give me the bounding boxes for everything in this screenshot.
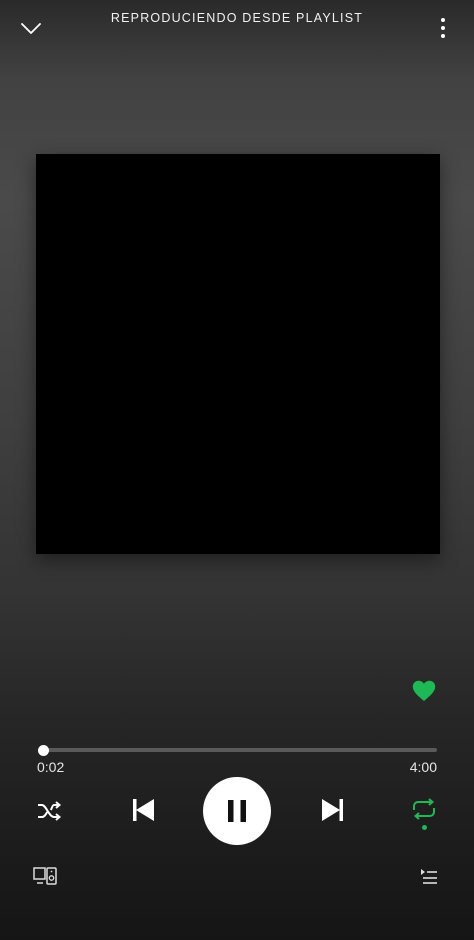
queue-button[interactable] [418, 866, 440, 888]
more-vertical-icon [441, 18, 445, 38]
next-button[interactable] [316, 793, 350, 827]
devices-icon [33, 867, 57, 885]
previous-button[interactable] [126, 793, 160, 827]
pause-icon [228, 800, 246, 822]
devices-button[interactable] [32, 864, 58, 888]
chevron-down-icon [21, 23, 41, 34]
total-time: 4:00 [409, 759, 437, 775]
progress-bar[interactable] [40, 748, 437, 752]
skip-previous-icon [133, 799, 154, 821]
shuffle-button[interactable] [33, 796, 65, 826]
album-artwork [36, 154, 440, 554]
skip-next-icon [322, 799, 343, 821]
repeat-icon [413, 798, 435, 820]
heart-icon [412, 680, 436, 701]
queue-icon [421, 869, 437, 884]
repeat-active-indicator [422, 825, 427, 830]
collapse-button[interactable] [16, 16, 46, 42]
more-options-button[interactable] [432, 14, 454, 42]
progress-knob[interactable] [37, 745, 49, 756]
pause-button[interactable] [203, 777, 271, 845]
track-artist[interactable] [30, 710, 290, 726]
elapsed-time: 0:02 [37, 759, 65, 775]
repeat-button[interactable] [408, 796, 440, 822]
track-title[interactable] [30, 682, 350, 702]
shuffle-icon [38, 801, 62, 821]
playing-from-title: REPRODUCIENDO DESDE PLAYLIST [110, 11, 364, 25]
like-button[interactable] [408, 676, 440, 706]
